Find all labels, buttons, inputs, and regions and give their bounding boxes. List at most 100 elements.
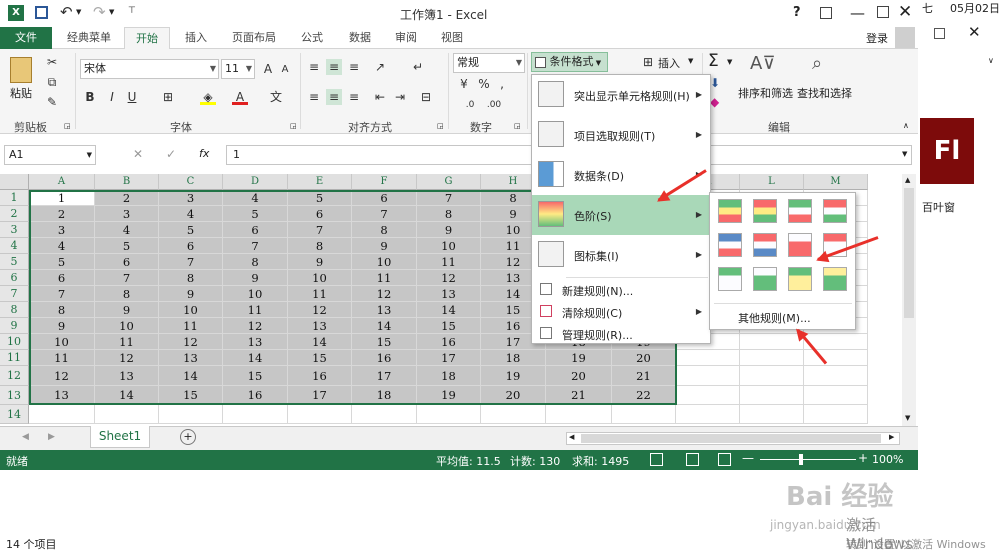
color-scale-swatch[interactable] bbox=[753, 233, 777, 257]
insert-cells-button[interactable]: 插入 bbox=[658, 55, 680, 71]
cell[interactable] bbox=[288, 405, 352, 424]
align-center-icon[interactable]: ≡ bbox=[326, 89, 342, 105]
cell[interactable] bbox=[804, 386, 868, 405]
column-header-c[interactable]: C bbox=[159, 174, 223, 190]
font-name-combo[interactable]: 宋体 ▼ bbox=[80, 59, 219, 79]
fill-icon[interactable]: ⬇ bbox=[710, 76, 720, 90]
color-scale-swatch[interactable] bbox=[718, 267, 742, 291]
cell[interactable] bbox=[740, 366, 804, 386]
menu-top-bottom-rules[interactable]: 项目选取规则(T) ▶ bbox=[532, 115, 710, 155]
insert-dropdown-icon[interactable]: ▼ bbox=[688, 57, 693, 65]
shrink-font-icon[interactable]: A bbox=[277, 62, 293, 78]
sheet-next-icon[interactable]: ▶ bbox=[48, 432, 55, 442]
color-scale-swatch[interactable] bbox=[823, 199, 847, 223]
tab-formulas[interactable]: 公式 bbox=[292, 27, 332, 49]
cell[interactable] bbox=[676, 386, 740, 405]
decrease-indent-icon[interactable]: ⇤ bbox=[372, 89, 388, 105]
color-scale-swatch[interactable] bbox=[788, 199, 812, 223]
copy-icon[interactable]: ⧉ bbox=[44, 74, 60, 90]
tab-home[interactable]: 开始 bbox=[124, 27, 170, 49]
zoom-out-icon[interactable]: — bbox=[742, 451, 754, 465]
merge-center-icon[interactable]: ⊟ bbox=[418, 89, 434, 105]
find-select-icon[interactable]: ⌕ bbox=[812, 53, 822, 74]
hscroll-left-icon[interactable]: ◀ bbox=[569, 433, 574, 441]
paste-button[interactable]: 粘贴 bbox=[10, 85, 32, 101]
color-scale-swatch[interactable] bbox=[788, 233, 812, 257]
redo-dropdown-icon[interactable]: ▼ bbox=[109, 8, 114, 16]
page-break-view-icon[interactable] bbox=[718, 453, 731, 466]
tab-view[interactable]: 视图 bbox=[432, 27, 472, 49]
select-all-corner[interactable] bbox=[0, 174, 29, 190]
tab-review[interactable]: 审阅 bbox=[386, 27, 426, 49]
color-scale-swatch[interactable] bbox=[753, 199, 777, 223]
row-header-9[interactable]: 9 bbox=[0, 318, 29, 334]
border-icon[interactable]: ⊞ bbox=[160, 89, 176, 105]
scroll-down-icon[interactable]: ▼ bbox=[905, 414, 910, 422]
italic-button[interactable]: I bbox=[104, 89, 120, 105]
row-header-3[interactable]: 3 bbox=[0, 222, 29, 238]
zoom-level[interactable]: 100% bbox=[872, 453, 903, 466]
cell[interactable] bbox=[95, 405, 159, 424]
color-scale-swatch[interactable] bbox=[718, 199, 742, 223]
cell[interactable] bbox=[352, 405, 417, 424]
name-box[interactable]: A1 ▼ bbox=[4, 145, 96, 165]
bg-expand-icon[interactable]: ∨ bbox=[988, 56, 994, 65]
row-header-10[interactable]: 10 bbox=[0, 334, 29, 350]
bg-restore-icon[interactable] bbox=[934, 28, 945, 39]
sheet-prev-icon[interactable]: ◀ bbox=[22, 432, 29, 442]
page-layout-view-icon[interactable] bbox=[686, 453, 699, 466]
cell[interactable] bbox=[804, 405, 868, 424]
alignment-launcher-icon[interactable]: ◲ bbox=[437, 122, 444, 130]
row-header-1[interactable]: 1 bbox=[0, 190, 29, 206]
bg-close-icon[interactable]: ✕ bbox=[968, 23, 981, 41]
ribbon-display-icon[interactable] bbox=[820, 7, 832, 19]
login-link[interactable]: 登录 bbox=[866, 30, 888, 46]
column-header-d[interactable]: D bbox=[223, 174, 288, 190]
undo-icon[interactable]: ↶ bbox=[60, 3, 73, 21]
number-format-combo[interactable]: 常规 ▼ bbox=[453, 53, 525, 73]
zoom-slider[interactable] bbox=[760, 459, 856, 460]
cell[interactable] bbox=[740, 405, 804, 424]
horizontal-scrollbar[interactable]: ◀ ▶ bbox=[566, 432, 900, 445]
wrap-text-icon[interactable]: ↵ bbox=[410, 59, 426, 75]
more-rules-item[interactable]: 其他规则(M)... bbox=[738, 310, 811, 326]
restore-icon[interactable] bbox=[877, 6, 889, 18]
paste-icon[interactable] bbox=[10, 57, 32, 83]
menu-icon-sets[interactable]: 图标集(I) ▶ bbox=[532, 235, 710, 275]
cell[interactable] bbox=[676, 366, 740, 386]
decrease-decimal-icon[interactable]: .00 bbox=[486, 97, 502, 113]
tab-file[interactable]: 文件 bbox=[0, 27, 52, 49]
orientation-icon[interactable]: ↗ bbox=[372, 59, 388, 75]
cell[interactable] bbox=[223, 405, 288, 424]
collapse-ribbon-icon[interactable]: ∧ bbox=[903, 121, 909, 130]
font-launcher-icon[interactable]: ◲ bbox=[290, 122, 297, 130]
cell[interactable] bbox=[612, 405, 676, 424]
color-scale-swatch[interactable] bbox=[788, 267, 812, 291]
number-launcher-icon[interactable]: ◲ bbox=[514, 122, 521, 130]
increase-decimal-icon[interactable]: .0 bbox=[462, 97, 478, 113]
underline-button[interactable]: U bbox=[124, 89, 140, 105]
menu-new-rule[interactable]: 新建规则(N)... bbox=[532, 279, 710, 301]
cut-icon[interactable]: ✂ bbox=[44, 54, 60, 70]
row-header-5[interactable]: 5 bbox=[0, 254, 29, 270]
increase-indent-icon[interactable]: ⇥ bbox=[392, 89, 408, 105]
column-header-b[interactable]: B bbox=[95, 174, 159, 190]
row-header-6[interactable]: 6 bbox=[0, 270, 29, 286]
row-header-2[interactable]: 2 bbox=[0, 206, 29, 222]
row-header-12[interactable]: 12 bbox=[0, 366, 29, 386]
cell[interactable] bbox=[481, 405, 546, 424]
sort-filter-icon[interactable]: A⊽ bbox=[750, 53, 776, 74]
menu-data-bars[interactable]: 数据条(D) ▶ bbox=[532, 155, 710, 195]
undo-dropdown-icon[interactable]: ▼ bbox=[76, 8, 81, 16]
flash-app-icon[interactable]: Fl bbox=[920, 118, 974, 184]
tab-insert[interactable]: 插入 bbox=[176, 27, 216, 49]
scroll-up-icon[interactable]: ▲ bbox=[905, 176, 910, 184]
autosum-dropdown-icon[interactable]: ▼ bbox=[727, 58, 732, 66]
column-header-e[interactable]: E bbox=[288, 174, 352, 190]
column-header-f[interactable]: F bbox=[352, 174, 417, 190]
phonetic-icon[interactable]: 文 bbox=[268, 89, 284, 105]
conditional-formatting-button[interactable]: 条件格式 ▼ bbox=[531, 52, 608, 72]
fill-color-icon[interactable]: ◈ bbox=[200, 89, 216, 105]
close-icon[interactable]: ✕ bbox=[898, 2, 912, 22]
row-header-4[interactable]: 4 bbox=[0, 238, 29, 254]
